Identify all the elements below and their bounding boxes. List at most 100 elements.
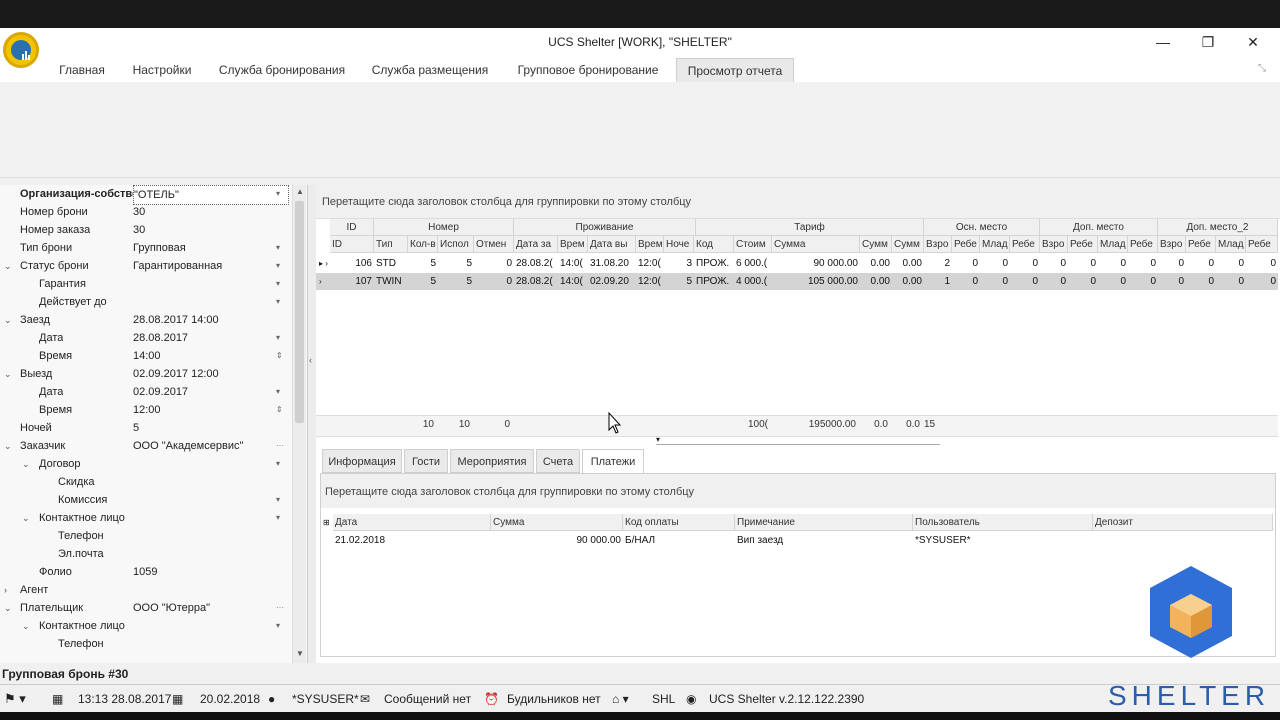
table-cell[interactable]: 0.00	[892, 255, 924, 272]
tab-report-view[interactable]: Просмотр отчета	[676, 58, 794, 82]
column-header[interactable]: Ребе	[1128, 236, 1158, 253]
column-header[interactable]: Дата вы	[588, 236, 636, 253]
property-row[interactable]: Телефон	[0, 635, 292, 653]
table-cell[interactable]: 0	[1158, 273, 1186, 290]
column-header[interactable]: Взро	[924, 236, 952, 253]
band-header[interactable]: ID	[330, 219, 374, 236]
table-cell[interactable]: 02.09.20	[588, 273, 636, 290]
payments-cell[interactable]: Вип заезд	[735, 532, 913, 549]
column-header[interactable]: Ребе	[952, 236, 980, 253]
tab-home[interactable]: Главная	[50, 58, 114, 82]
property-row[interactable]: ⌄ Контактное лицо ▾	[0, 509, 292, 527]
property-row[interactable]: Организация-собстве "ОТЕЛЬ" ▾	[0, 185, 292, 205]
tab-guests[interactable]: Гости	[404, 449, 448, 473]
summary-dropdown-icon[interactable]: ▾	[656, 436, 940, 445]
property-row[interactable]: ⌄ Плательщик ООО "Ютерра" ···	[0, 599, 292, 617]
column-header[interactable]: Тип	[374, 236, 408, 253]
property-row[interactable]: Время 12:00 ⇕	[0, 401, 292, 419]
dropdown-arrow-icon[interactable]: ▾	[276, 455, 286, 473]
property-row[interactable]: Комиссия ▾	[0, 491, 292, 509]
table-cell[interactable]: 0	[952, 273, 980, 290]
column-header[interactable]: Врем	[636, 236, 664, 253]
table-cell[interactable]: 14:0(	[558, 273, 588, 290]
table-cell[interactable]: 107	[330, 273, 374, 290]
table-cell[interactable]: 0	[1010, 273, 1040, 290]
home-icon[interactable]: ⌂ ▾	[612, 690, 629, 708]
dropdown-arrow-icon[interactable]: ···	[276, 437, 286, 455]
property-value[interactable]: 5	[133, 419, 273, 437]
table-cell[interactable]: 14:0(	[558, 255, 588, 272]
property-value[interactable]: 30	[133, 221, 273, 239]
tab-group-booking[interactable]: Групповое бронирование	[506, 58, 670, 82]
table-cell[interactable]: 0	[1098, 255, 1128, 272]
dropdown-arrow-icon[interactable]: ▾	[276, 617, 286, 635]
property-row[interactable]: Дата 02.09.2017 ▾	[0, 383, 292, 401]
expand-caret-icon[interactable]: ⌄	[22, 455, 30, 473]
property-row[interactable]: Номер заказа 30	[0, 221, 292, 239]
flag-icon[interactable]: ⚑ ▾	[4, 690, 26, 708]
dropdown-arrow-icon[interactable]: ▾	[276, 185, 286, 203]
dropdown-arrow-icon[interactable]: ···	[276, 599, 286, 617]
column-header[interactable]: Взро	[1040, 236, 1068, 253]
column-header[interactable]: Млад	[1216, 236, 1246, 253]
property-row[interactable]: Тип брони Групповая ▾	[0, 239, 292, 257]
row-expand-icon[interactable]: ▸ ›	[317, 255, 330, 272]
property-value[interactable]: ООО "Ютерра"	[133, 599, 273, 617]
column-header[interactable]: Ребе	[1010, 236, 1040, 253]
table-cell[interactable]: 0	[1098, 273, 1128, 290]
payments-column-header[interactable]: Примечание	[735, 514, 913, 531]
scroll-up-icon[interactable]: ▲	[296, 187, 304, 196]
expand-caret-icon[interactable]: ⌄	[22, 509, 30, 527]
property-row[interactable]: Ночей 5	[0, 419, 292, 437]
table-cell[interactable]: 0	[1010, 255, 1040, 272]
column-header[interactable]: Отмен	[474, 236, 514, 253]
tab-invoices[interactable]: Счета	[536, 449, 580, 473]
dropdown-arrow-icon[interactable]: ▾	[276, 383, 286, 401]
property-value[interactable]: ООО "Академсервис"	[133, 437, 273, 455]
close-button[interactable]: ✕	[1241, 32, 1265, 52]
property-value[interactable]: 14:00	[133, 347, 273, 365]
table-cell[interactable]: 0	[1216, 255, 1246, 272]
table-cell[interactable]: 0	[1246, 273, 1278, 290]
expand-caret-icon[interactable]: ⌄	[4, 599, 12, 617]
status-messages[interactable]: Сообщений нет	[384, 690, 471, 708]
table-cell[interactable]: 0	[980, 255, 1010, 272]
expand-caret-icon[interactable]: ⌄	[4, 365, 12, 383]
payments-cell[interactable]: *SYSUSER*	[913, 532, 1093, 549]
expand-caret-icon[interactable]: ⌄	[22, 617, 30, 635]
payments-column-header[interactable]: Сумма	[491, 514, 623, 531]
table-cell[interactable]: 0	[1186, 255, 1216, 272]
payments-column-header[interactable]: Пользователь	[913, 514, 1093, 531]
payments-column-header[interactable]: Код оплаты	[623, 514, 735, 531]
property-row[interactable]: Номер брони 30	[0, 203, 292, 221]
property-row[interactable]: Время 14:00 ⇕	[0, 347, 292, 365]
property-row[interactable]: ⌄ Контактное лицо ▾	[0, 617, 292, 635]
band-header[interactable]: Осн. место	[924, 219, 1040, 236]
table-cell[interactable]: 105 000.00	[772, 273, 860, 290]
tab-booking-service[interactable]: Служба бронирования	[208, 58, 356, 82]
table-cell[interactable]: 12:0(	[636, 273, 664, 290]
collapse-left-icon[interactable]: ‹	[309, 355, 312, 365]
property-row[interactable]: Эл.почта	[0, 545, 292, 563]
column-header[interactable]: Дата за	[514, 236, 558, 253]
table-cell[interactable]: 0.00	[860, 255, 892, 272]
table-cell[interactable]: 1	[924, 273, 952, 290]
dropdown-arrow-icon[interactable]: ▾	[276, 239, 286, 257]
column-header[interactable]: Ребе	[1246, 236, 1278, 253]
column-header[interactable]: Код	[694, 236, 734, 253]
band-header[interactable]: Доп. место_2	[1158, 219, 1278, 236]
table-cell[interactable]: ПРОЖ.	[694, 273, 734, 290]
property-row[interactable]: Дата 28.08.2017 ▾	[0, 329, 292, 347]
column-header[interactable]: Ребе	[1186, 236, 1216, 253]
expand-caret-icon[interactable]: ⌄	[4, 257, 12, 275]
tab-payments[interactable]: Платежи	[582, 449, 644, 473]
property-row[interactable]: Гарантия ▾	[0, 275, 292, 293]
property-row[interactable]: ⌄ Заезд 28.08.2017 14:00	[0, 311, 292, 329]
status-alarms[interactable]: Будильников нет	[507, 690, 601, 708]
properties-scrollbar[interactable]: ▲ ▼	[292, 185, 306, 663]
table-cell[interactable]: 5	[408, 255, 438, 272]
property-row[interactable]: ⌄ Договор ▾	[0, 455, 292, 473]
table-cell[interactable]: 0	[1128, 255, 1158, 272]
property-value[interactable]: 30	[133, 203, 273, 221]
column-header[interactable]: Испол	[438, 236, 474, 253]
